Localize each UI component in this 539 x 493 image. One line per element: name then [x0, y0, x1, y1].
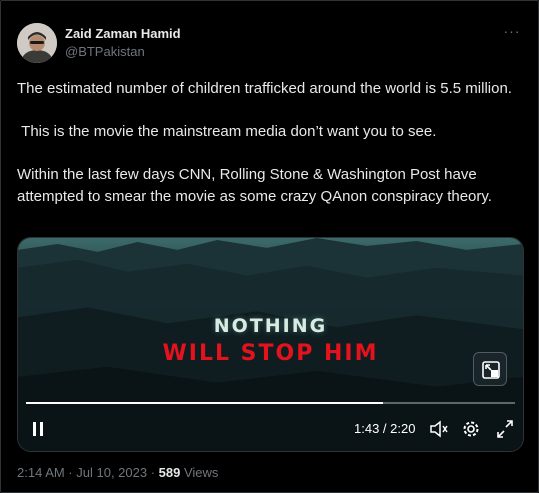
pause-icon: [33, 422, 43, 436]
views-label: Views: [180, 465, 219, 480]
fullscreen-button[interactable]: [495, 418, 515, 440]
author-handle[interactable]: @BTPakistan: [65, 44, 145, 59]
pause-button[interactable]: [30, 418, 46, 440]
video-progress-fill: [26, 402, 383, 404]
video-progress-bar[interactable]: [26, 402, 515, 404]
author-name[interactable]: Zaid Zaman Hamid: [65, 26, 181, 41]
video-time: 1:43 / 2:20: [354, 421, 416, 436]
video-title-line2: WILL STOP HIM: [162, 341, 379, 366]
video-title-line1: NOTHING: [213, 315, 328, 337]
fullscreen-icon: [497, 420, 513, 438]
tweet-card: Zaid Zaman Hamid @BTPakistan ··· The est…: [0, 0, 539, 493]
more-icon[interactable]: ···: [502, 24, 522, 41]
tweet-timestamp[interactable]: 2:14 AM · Jul 10, 2023: [17, 465, 147, 480]
avatar[interactable]: [17, 23, 57, 63]
picture-in-picture-icon: [482, 361, 500, 379]
video-player[interactable]: NOTHING WILL STOP HIM 1:43 / 2:20: [17, 237, 524, 452]
tweet-text: The estimated number of children traffic…: [17, 80, 512, 205]
meta-separator: ·: [147, 465, 159, 480]
tweet-meta: 2:14 AM · Jul 10, 2023 · 589 Views: [17, 465, 218, 480]
volume-button[interactable]: [429, 418, 449, 440]
views-count: 589: [158, 465, 181, 480]
volume-icon: [430, 420, 448, 438]
gear-icon: [463, 421, 479, 437]
settings-button[interactable]: [461, 418, 481, 440]
picture-in-picture-button[interactable]: [473, 352, 507, 386]
